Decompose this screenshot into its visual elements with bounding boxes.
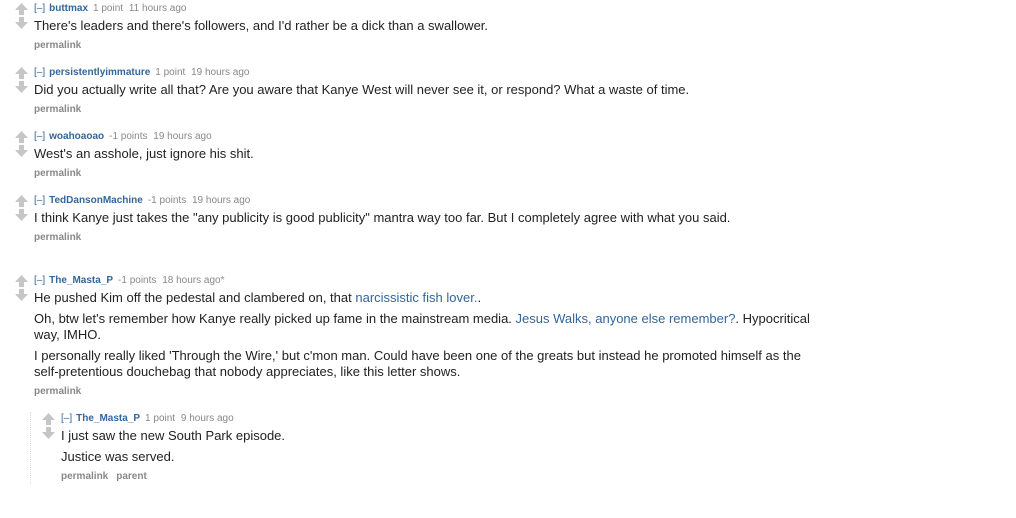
permalink-link[interactable]: permalink — [34, 40, 81, 51]
comment-author[interactable]: buttmax — [49, 3, 88, 14]
comment-text: Justice was served. — [61, 449, 175, 464]
comment-paragraph: West's an asshole, just ignore his shit. — [34, 146, 814, 162]
comment-time: 19 hours ago — [191, 195, 251, 206]
comment-time: 11 hours ago — [128, 3, 187, 14]
comment-author[interactable]: persistentlyimmature — [49, 67, 150, 78]
downvote-arrow-icon[interactable] — [41, 426, 56, 440]
comment-paragraph: Oh, btw let's remember how Kanye really … — [34, 311, 814, 343]
permalink-link[interactable]: permalink — [34, 386, 81, 397]
upvote-arrow-icon[interactable] — [14, 194, 29, 208]
comment-body: He pushed Kim off the pedestal and clamb… — [34, 290, 814, 380]
comment-entry: [–] TedDansonMachine -1 points 19 hours ag… — [34, 194, 814, 245]
comment-score: 1 point — [155, 67, 186, 78]
comment-text: Did you actually write all that? Are you… — [34, 82, 690, 97]
comment-buttons: permalink — [34, 103, 814, 117]
comment-text: Oh, btw let's remember how Kanye really … — [34, 311, 516, 326]
comment-time: 19 hours ago — [191, 67, 250, 78]
comment-body: I just saw the new South Park episode. J… — [61, 428, 821, 465]
collapse-toggle[interactable]: [–] — [34, 131, 45, 142]
collapse-toggle[interactable]: [–] — [34, 3, 45, 14]
comment-author[interactable]: The_Masta_P — [49, 275, 113, 286]
comment-time: 19 hours ago — [153, 131, 212, 142]
upvote-arrow-icon[interactable] — [14, 66, 29, 80]
jesus-walks-link[interactable]: Jesus Walks, anyone else remember? — [516, 311, 736, 326]
comment-entry: [–] buttmax 1 point 11 hours ago There's l… — [34, 2, 814, 53]
comment-entry: [–] The_Masta_P 1 point 9 hours ago I just… — [61, 412, 821, 484]
comment-entry: [–] The_Masta_P -1 points 18 hours ago* He… — [34, 274, 814, 399]
comment-paragraph: Did you actually write all that? Are you… — [34, 82, 814, 98]
child-comment: [–] The_Masta_P 1 point 9 hours ago I just… — [30, 412, 821, 484]
comment: [–] The_Masta_P -1 points 18 hours ago* He… — [14, 274, 814, 399]
downvote-arrow-icon[interactable] — [14, 288, 29, 302]
comment-tagline: [–] persistentlyimmature 1 point 19 hours … — [34, 66, 814, 80]
comment-text: I think Kanye just takes the "any public… — [34, 210, 731, 225]
comment-body: West's an asshole, just ignore his shit. — [34, 146, 814, 162]
downvote-arrow-icon[interactable] — [14, 144, 29, 158]
upvote-arrow-icon[interactable] — [14, 130, 29, 144]
comment-entry: [–] woahoaoao -1 points 19 hours ago West'… — [34, 130, 814, 181]
comment-buttons: permalink — [34, 385, 814, 399]
downvote-arrow-icon[interactable] — [14, 208, 29, 222]
comment-text: I personally really liked 'Through the W… — [34, 348, 801, 379]
comment-score: 1 point — [145, 413, 176, 424]
comment-tagline: [–] The_Masta_P -1 points 18 hours ago* — [34, 274, 814, 288]
permalink-link[interactable]: permalink — [34, 232, 81, 243]
collapse-toggle[interactable]: [–] — [34, 195, 45, 206]
comment-paragraph: I personally really liked 'Through the W… — [34, 348, 814, 380]
comment-text: He pushed Kim off the pedestal and clamb… — [34, 290, 356, 305]
comment-author[interactable]: woahoaoao — [49, 131, 104, 142]
comment-buttons: permalink — [34, 167, 814, 181]
comment: [–] persistentlyimmature 1 point 19 hours … — [14, 66, 814, 117]
comment-score: -1 points — [147, 195, 187, 206]
comment-score: -1 points — [109, 131, 148, 142]
narcissistic-fish-lover-link[interactable]: narcissistic fish lover. — [355, 290, 477, 305]
comment-tagline: [–] buttmax 1 point 11 hours ago — [34, 2, 814, 16]
comment-paragraph: There's leaders and there's followers, a… — [34, 18, 814, 34]
comment-text: I just saw the new South Park episode. — [61, 428, 286, 443]
comment-body: I think Kanye just takes the "any public… — [34, 210, 814, 226]
comment-entry: [–] persistentlyimmature 1 point 19 hours … — [34, 66, 814, 117]
comment-author[interactable]: TedDansonMachine — [49, 195, 143, 206]
comment: [–] buttmax 1 point 11 hours ago There's l… — [14, 2, 814, 53]
comment-tagline: [–] TedDansonMachine -1 points 19 hours ag… — [34, 194, 814, 208]
comment-time: 9 hours ago — [180, 413, 234, 424]
permalink-link[interactable]: permalink — [61, 471, 108, 482]
permalink-link[interactable]: permalink — [34, 104, 81, 115]
comment: [–] woahoaoao -1 points 19 hours ago West'… — [14, 130, 814, 181]
comment: [–] TedDansonMachine -1 points 19 hours ag… — [14, 194, 814, 245]
permalink-link[interactable]: permalink — [34, 168, 81, 179]
comment-tagline: [–] The_Masta_P 1 point 9 hours ago — [61, 412, 821, 426]
comment-text: There's leaders and there's followers, a… — [34, 18, 489, 33]
comment-score: 1 point — [93, 3, 124, 14]
upvote-arrow-icon[interactable] — [14, 2, 29, 16]
comment-buttons: permalink parent — [61, 470, 821, 484]
upvote-arrow-icon[interactable] — [41, 412, 56, 426]
comment-body: There's leaders and there's followers, a… — [34, 18, 814, 34]
comment-tagline: [–] woahoaoao -1 points 19 hours ago — [34, 130, 814, 144]
collapse-toggle[interactable]: [–] — [34, 275, 45, 286]
comment-author[interactable]: The_Masta_P — [76, 413, 140, 424]
downvote-arrow-icon[interactable] — [14, 80, 29, 94]
comment-time: 18 hours ago* — [162, 275, 225, 286]
comment-score: -1 points — [118, 275, 157, 286]
comment-paragraph: Justice was served. — [61, 449, 821, 465]
comment-text: . — [477, 290, 482, 305]
parent-link[interactable]: parent — [116, 471, 147, 482]
comment-paragraph: I think Kanye just takes the "any public… — [34, 210, 814, 226]
comment-buttons: permalink — [34, 231, 814, 245]
upvote-arrow-icon[interactable] — [14, 274, 29, 288]
comment-text: West's an asshole, just ignore his shit. — [34, 146, 254, 161]
collapse-toggle[interactable]: [–] — [34, 67, 45, 78]
downvote-arrow-icon[interactable] — [14, 16, 29, 30]
collapse-toggle[interactable]: [–] — [61, 413, 72, 424]
comment-paragraph: I just saw the new South Park episode. — [61, 428, 821, 444]
comment-paragraph: He pushed Kim off the pedestal and clamb… — [34, 290, 814, 306]
comment-buttons: permalink — [34, 39, 814, 53]
comment-body: Did you actually write all that? Are you… — [34, 82, 814, 98]
